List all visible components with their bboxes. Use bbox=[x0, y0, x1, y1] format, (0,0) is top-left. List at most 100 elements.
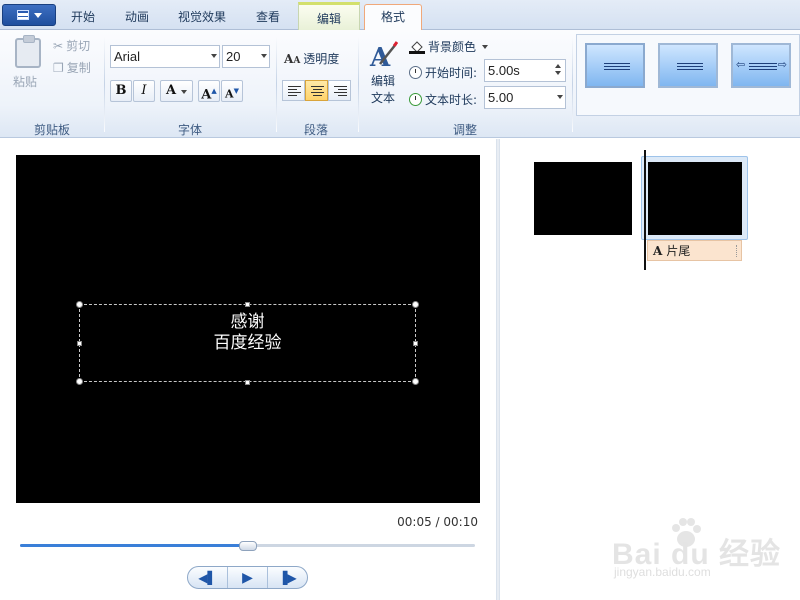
edit-text-icon[interactable]: A bbox=[368, 40, 398, 70]
tab-format[interactable]: 格式 bbox=[364, 4, 422, 31]
font-color-icon: A bbox=[166, 83, 177, 98]
time-display: 00:05 / 00:10 bbox=[397, 515, 478, 529]
ribbon-panel: 粘贴 ✂ 剪切 ❐ 复制 剪贴板 Arial 20 B I A A▲ A▼ 字体… bbox=[0, 30, 800, 138]
chevron-down-icon bbox=[482, 44, 489, 49]
effect-none-thumb[interactable] bbox=[585, 43, 645, 88]
group-separator bbox=[572, 36, 573, 132]
next-frame-icon: ▐▶ bbox=[278, 570, 297, 585]
clip-thumbnail-1[interactable] bbox=[534, 162, 632, 235]
font-size-value: 20 bbox=[226, 49, 241, 64]
align-right-button[interactable] bbox=[328, 80, 351, 101]
resize-handle-top-left[interactable] bbox=[76, 301, 83, 308]
background-color-label: 背景颜色 bbox=[428, 40, 477, 54]
transparency-label: 透明度 bbox=[303, 52, 340, 66]
clipboard-group-label: 剪贴板 bbox=[33, 123, 70, 137]
group-separator bbox=[358, 36, 359, 132]
copy-icon: ❐ bbox=[53, 60, 64, 75]
transparency-button[interactable]: AA 透明度 bbox=[284, 50, 339, 67]
chevron-down-icon bbox=[211, 54, 217, 58]
scissors-icon: ✂ bbox=[53, 38, 64, 53]
paste-button[interactable]: 粘贴 bbox=[13, 73, 37, 90]
background-color-button[interactable]: 背景颜色 bbox=[409, 38, 489, 55]
text-effects-gallery: ⇦ ⇨ bbox=[576, 34, 800, 116]
font-family-value: Arial bbox=[114, 49, 141, 64]
effect-plain-thumb[interactable] bbox=[658, 43, 718, 88]
caption-clip-grip[interactable] bbox=[736, 245, 738, 257]
text-duration-select[interactable]: 5.00 bbox=[484, 86, 566, 109]
font-family-combo[interactable]: Arial bbox=[110, 45, 220, 68]
play-button[interactable]: ▶ bbox=[228, 567, 268, 588]
ribbon-tab-bar: 开始 动画 视觉效果 查看 编辑 格式 bbox=[0, 0, 800, 31]
arrow-left-icon: ⇦ bbox=[736, 58, 746, 71]
copy-label: 复制 bbox=[66, 61, 91, 75]
seek-progress bbox=[20, 544, 248, 547]
grow-font-button[interactable]: A▲ bbox=[198, 80, 220, 102]
resize-handle-top[interactable] bbox=[245, 302, 250, 307]
caption-text: 感谢 百度经验 bbox=[79, 312, 416, 354]
storyboard-playhead[interactable] bbox=[644, 150, 646, 270]
caption-clip[interactable]: A 片尾 bbox=[647, 240, 742, 261]
cut-label: 剪切 bbox=[66, 39, 91, 53]
seek-thumb[interactable] bbox=[239, 541, 257, 551]
group-separator bbox=[276, 36, 277, 132]
font-size-combo[interactable]: 20 bbox=[222, 45, 270, 68]
shrink-font-button[interactable]: A▼ bbox=[221, 80, 243, 102]
paint-bucket-icon bbox=[409, 40, 425, 54]
tab-home[interactable]: 开始 bbox=[58, 8, 108, 30]
tab-animations[interactable]: 动画 bbox=[112, 8, 162, 30]
chevron-down-icon bbox=[557, 95, 563, 99]
paragraph-group-label: 段落 bbox=[303, 123, 328, 137]
caption-clip-label: 片尾 bbox=[666, 244, 691, 258]
start-time-spinner[interactable] bbox=[551, 60, 565, 81]
shrink-font-icon: A bbox=[225, 87, 234, 101]
document-icon bbox=[16, 10, 29, 20]
align-left-button[interactable] bbox=[282, 80, 305, 101]
tab-view[interactable]: 查看 bbox=[243, 8, 293, 30]
caption-line-2: 百度经验 bbox=[213, 333, 282, 353]
align-center-button[interactable] bbox=[305, 80, 328, 101]
resize-handle-top-right[interactable] bbox=[412, 301, 419, 308]
group-separator bbox=[104, 36, 105, 132]
app-menu-button[interactable] bbox=[2, 4, 56, 26]
chevron-down-icon bbox=[33, 12, 42, 18]
resize-handle-bottom-right[interactable] bbox=[412, 378, 419, 385]
text-duration-label: 文本时长: bbox=[425, 93, 478, 107]
start-time-input[interactable]: 5.00s bbox=[484, 59, 566, 82]
play-icon: ▶ bbox=[242, 569, 253, 586]
caption-line-1: 感谢 bbox=[230, 312, 265, 332]
resize-handle-bottom-left[interactable] bbox=[76, 378, 83, 385]
start-time-row: 开始时间: bbox=[409, 64, 477, 81]
edit-text-line2: 文本 bbox=[370, 91, 395, 105]
paste-icon[interactable] bbox=[15, 35, 41, 68]
copy-button[interactable]: ❐ 复制 bbox=[53, 59, 91, 76]
previous-frame-button[interactable]: ◀▌ bbox=[188, 567, 228, 588]
grow-font-icon: A bbox=[201, 87, 212, 103]
duration-clock-icon bbox=[409, 93, 422, 106]
tab-visual-effects[interactable]: 视觉效果 bbox=[168, 8, 236, 30]
transparency-icon: AA bbox=[284, 51, 301, 66]
font-color-button[interactable]: A bbox=[160, 80, 193, 102]
text-duration-value: 5.00 bbox=[488, 90, 514, 105]
tab-edit[interactable]: 编辑 bbox=[298, 2, 360, 30]
bold-button[interactable]: B bbox=[110, 80, 132, 102]
text-duration-row: 文本时长: bbox=[409, 91, 477, 108]
italic-button[interactable]: I bbox=[133, 80, 155, 102]
previous-frame-icon: ◀▌ bbox=[198, 570, 217, 585]
start-time-label: 开始时间: bbox=[425, 66, 478, 80]
arrow-right-icon: ⇨ bbox=[777, 58, 787, 71]
adjust-group-label: 调整 bbox=[452, 123, 477, 137]
chevron-down-icon bbox=[261, 54, 267, 58]
edit-text-line1: 编辑 bbox=[370, 74, 395, 88]
resize-handle-bottom[interactable] bbox=[245, 380, 250, 385]
text-caption-icon: A bbox=[653, 243, 663, 258]
cut-button[interactable]: ✂ 剪切 bbox=[53, 37, 90, 54]
next-frame-button[interactable]: ▐▶ bbox=[268, 567, 307, 588]
playback-controls: ◀▌ ▶ ▐▶ bbox=[187, 566, 308, 589]
clip-thumbnail-2[interactable] bbox=[648, 162, 742, 235]
start-time-value: 5.00s bbox=[488, 63, 520, 78]
chevron-down-icon bbox=[181, 90, 187, 94]
font-group-label: 字体 bbox=[177, 123, 202, 137]
effect-scroll-thumb[interactable]: ⇦ ⇨ bbox=[731, 43, 791, 88]
edit-text-button[interactable]: 编辑 文本 bbox=[366, 73, 400, 107]
clock-icon bbox=[409, 66, 422, 79]
